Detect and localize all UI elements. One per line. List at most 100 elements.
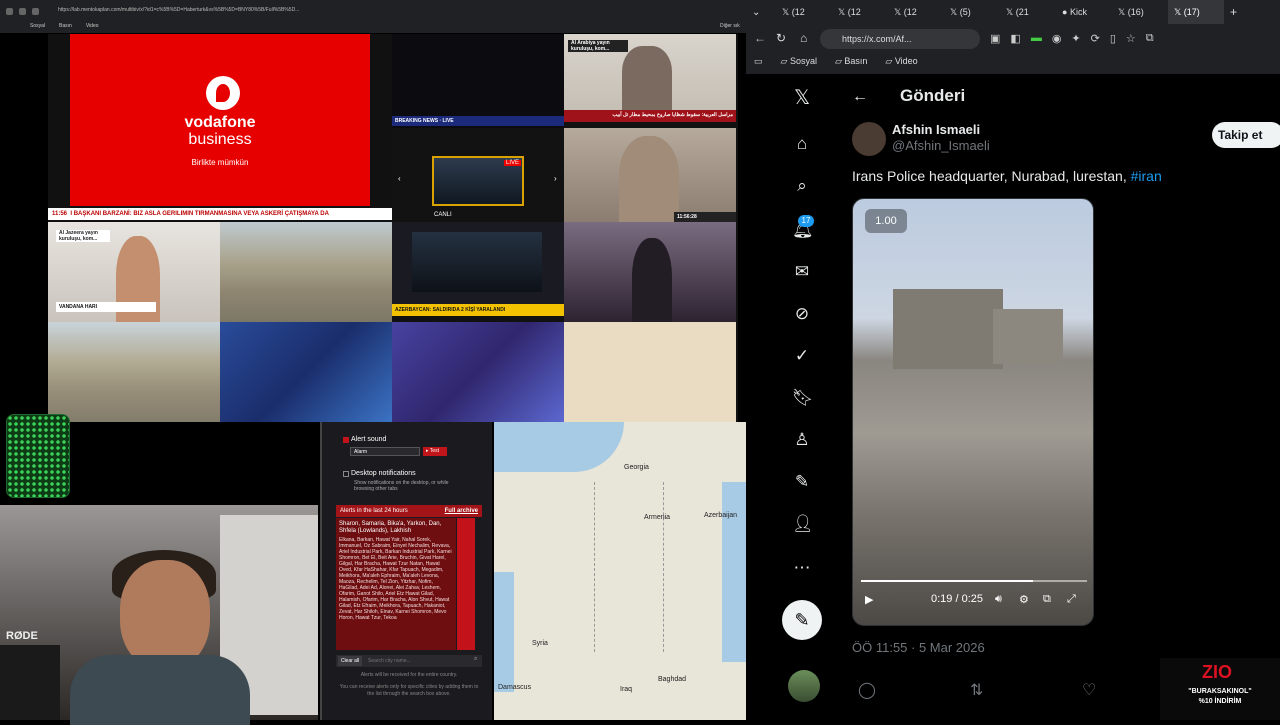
- hashtag-link[interactable]: #iran: [1131, 168, 1162, 184]
- extension-icon-2[interactable]: ◧: [1010, 32, 1020, 45]
- back-icon[interactable]: [6, 7, 13, 15]
- like-icon[interactable]: ♡: [1082, 680, 1096, 700]
- mediterranean-sea: [494, 572, 514, 692]
- tab-list-icon[interactable]: ⌄: [746, 7, 776, 18]
- profile-icon[interactable]: 👤︎: [792, 514, 814, 534]
- back-icon[interactable]: ←: [754, 31, 766, 45]
- tab-2[interactable]: 𝕏 (12: [832, 7, 888, 18]
- favorites-icon[interactable]: ☆: [1126, 32, 1136, 45]
- x-logo-icon[interactable]: 𝕏: [792, 88, 812, 108]
- tab-3[interactable]: 𝕏 (12: [888, 7, 944, 18]
- desktop-notif-checkbox[interactable]: [343, 471, 349, 477]
- explore-icon[interactable]: ⌕: [792, 176, 812, 196]
- reading-icon[interactable]: ▭: [754, 56, 763, 67]
- right-address-bar[interactable]: https://x.com/Af...: [820, 29, 980, 49]
- tab-8-active[interactable]: 𝕏 (17): [1168, 0, 1224, 24]
- follow-button[interactable]: Takip et: [1212, 122, 1280, 148]
- bookmark-basin[interactable]: Basın: [59, 23, 72, 29]
- live-grid-stream[interactable]: LIVE CANLI ‹ ›: [392, 128, 564, 222]
- region-map[interactable]: Georgia Armenia Azerbaijan Syria Damascu…: [494, 422, 746, 720]
- extension-icon-5[interactable]: ✦: [1071, 32, 1080, 45]
- search-icon[interactable]: ⌕: [474, 656, 477, 663]
- alert-sound-select[interactable]: Alarm: [350, 447, 420, 456]
- city-search-input[interactable]: [368, 656, 476, 666]
- account-avatar[interactable]: [788, 670, 820, 702]
- vodafone-stream[interactable]: vodafone business Birlikte mümkün: [70, 34, 370, 206]
- alert-sound-checkbox[interactable]: [343, 437, 349, 443]
- region-map-stream[interactable]: [564, 322, 736, 422]
- interview-stream[interactable]: 11:56:28: [564, 128, 736, 222]
- ticker-text: I BAŞKANI BARZANİ: BIZ ASLA GERILIMIN TI…: [70, 211, 329, 217]
- presenter-stream[interactable]: [564, 222, 736, 322]
- messages-icon[interactable]: ✉: [792, 262, 812, 282]
- full-archive-link[interactable]: Full archive: [445, 505, 478, 517]
- grok-icon[interactable]: ⊘: [792, 304, 812, 324]
- left-address-bar[interactable]: https://lab.mentokaplan.com/multibiv/x/?…: [58, 7, 498, 13]
- dark-stream[interactable]: [392, 222, 564, 304]
- bookmarks-icon[interactable]: 🔖︎: [792, 388, 814, 408]
- news-channel-dark[interactable]: BREAKING NEWS · LIVE: [392, 34, 564, 128]
- multi-cam-grid-2[interactable]: [392, 322, 564, 422]
- lists-icon[interactable]: ✎: [792, 472, 812, 492]
- home-icon[interactable]: ⌂: [792, 134, 812, 154]
- jobs-icon[interactable]: ♙: [792, 430, 812, 450]
- tab-1[interactable]: 𝕏 (12: [776, 7, 832, 18]
- borders: [594, 482, 664, 652]
- reply-icon[interactable]: ◯: [858, 680, 876, 700]
- post-date[interactable]: ÖÖ 11:55 · 5 Mar 2026: [852, 640, 985, 655]
- split-icon[interactable]: ▯: [1110, 32, 1116, 45]
- tweet-video[interactable]: 1.00 ▶ 0:19 / 0:25 🔊︎ ⚙ ⧉ ⤢: [852, 198, 1094, 626]
- tab-4[interactable]: 𝕏 (5): [944, 7, 1000, 18]
- other-bookmarks[interactable]: Diğer sık: [720, 23, 740, 29]
- bookmark-basin[interactable]: ▱ Basın: [835, 56, 867, 67]
- settings-gear-icon[interactable]: ⚙: [1019, 593, 1029, 606]
- bookmark-sosyal[interactable]: ▱ Sosyal: [781, 56, 817, 67]
- post-button[interactable]: ✎: [782, 600, 822, 640]
- collections-icon[interactable]: ⧉: [1146, 32, 1154, 45]
- extension-icon-6[interactable]: ⟳: [1091, 32, 1100, 45]
- author-avatar[interactable]: [852, 122, 886, 156]
- extension-icon-3[interactable]: ▬: [1031, 32, 1042, 45]
- next-arrow-icon[interactable]: ›: [554, 174, 557, 183]
- play-icon[interactable]: ▶: [865, 593, 873, 606]
- repost-icon[interactable]: ⇅: [970, 680, 983, 700]
- back-arrow-icon[interactable]: ←: [852, 88, 868, 106]
- new-tab-icon[interactable]: +: [1224, 5, 1248, 19]
- test-button[interactable]: ▸ Test: [423, 447, 447, 456]
- multi-cam-grid-1[interactable]: [220, 322, 392, 422]
- extension-icon-1[interactable]: ▣: [990, 32, 1000, 45]
- author-handle[interactable]: @Afshin_Ismaeli: [892, 138, 990, 153]
- refresh-icon[interactable]: ↻: [776, 31, 786, 45]
- extension-icon-4[interactable]: ◉: [1052, 32, 1062, 45]
- fullscreen-icon[interactable]: ⤢: [1067, 593, 1076, 606]
- tab-5[interactable]: 𝕏 (21: [1000, 7, 1056, 18]
- refresh-icon[interactable]: [19, 7, 26, 15]
- pip-icon[interactable]: ⧉: [1043, 593, 1051, 606]
- playback-speed[interactable]: 1.00: [865, 209, 907, 233]
- alarabiya-stream[interactable]: Al Arabiya yayın kuruluşu, kom...: [564, 34, 736, 110]
- bookmark-video[interactable]: ▱ Video: [885, 56, 917, 67]
- tab-6[interactable]: ● Kick: [1056, 7, 1112, 17]
- volume-icon[interactable]: 🔊︎: [995, 593, 1002, 606]
- video-progress-fill: [861, 580, 1033, 582]
- tab-7[interactable]: 𝕏 (16): [1112, 7, 1168, 18]
- author-name[interactable]: Afshin Ismaeli: [892, 122, 980, 137]
- clear-all-button[interactable]: Clear all: [338, 656, 362, 666]
- city-cam-1[interactable]: [220, 222, 392, 322]
- stream-clock: 11:56:28: [674, 212, 736, 222]
- verified-icon[interactable]: ✓: [792, 346, 812, 366]
- more-icon[interactable]: ⋯: [792, 558, 812, 578]
- bookmark-video[interactable]: Video: [86, 23, 99, 29]
- home-icon[interactable]: [32, 7, 39, 15]
- video-progress-bar[interactable]: [861, 580, 1087, 582]
- map-label-iraq: Iraq: [620, 686, 633, 693]
- prev-arrow-icon[interactable]: ‹: [398, 174, 401, 183]
- desktop-notif-desc: Show notifications on the desktop, or wh…: [354, 480, 449, 492]
- alert-list-scrollbar[interactable]: [457, 518, 475, 650]
- home-icon[interactable]: ⌂: [800, 31, 807, 45]
- city-cam-2[interactable]: [48, 322, 220, 422]
- guest-stream[interactable]: Al Jazeera yayın kuruluşu, kom... VANDAN…: [48, 222, 220, 322]
- bookmark-sosyal[interactable]: Sosyal: [30, 23, 45, 29]
- page-title: Gönderi: [900, 86, 966, 105]
- alert-list-item[interactable]: Sharon, Samaria, Bika'a, Yarkon, Dan, Sh…: [336, 518, 456, 650]
